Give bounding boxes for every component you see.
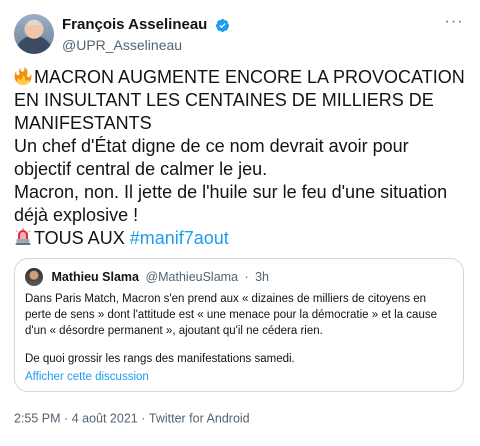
tweet-source[interactable]: Twitter for Android: [149, 412, 250, 426]
hashtag-link[interactable]: #manif7aout: [130, 228, 229, 248]
author-names: François Asselineau @UPR_Asselineau: [62, 16, 230, 54]
tweet: François Asselineau @UPR_Asselineau ··· …: [0, 0, 480, 446]
tweet-headline: MACRON AUGMENTE ENCORE LA PROVOCATION EN…: [14, 67, 465, 133]
quoted-paragraph-2: De quoi grossir les rangs des manifestat…: [25, 353, 295, 365]
meta-separator: ·: [64, 411, 69, 426]
author-display-name[interactable]: François Asselineau: [62, 16, 207, 34]
more-options-icon[interactable]: ···: [442, 14, 466, 34]
verified-badge-icon: [215, 18, 229, 32]
quoted-time[interactable]: 3h: [255, 270, 269, 284]
tweet-header: François Asselineau @UPR_Asselineau ···: [14, 10, 466, 60]
tweet-call-line: TOUS AUX #manif7aout: [14, 227, 469, 250]
tweet-line2: Macron, non. Il jette de l'huile sur le …: [14, 182, 448, 225]
tweet-time[interactable]: 2:55 PM: [14, 412, 61, 426]
tweet-metadata: 2:55 PM · 4 août 2021 · Twitter for Andr…: [14, 411, 250, 426]
author-handle[interactable]: @UPR_Asselineau: [62, 36, 230, 54]
tweet-line1: Un chef d'État digne de ce nom devrait a…: [14, 136, 409, 179]
show-thread-link[interactable]: Afficher cette discussion: [25, 369, 450, 385]
tweet-date[interactable]: 4 août 2021: [72, 412, 138, 426]
quoted-tweet-text: Dans Paris Match, Macron s'en prend aux …: [25, 291, 450, 385]
quoted-tweet-header: Mathieu Slama @MathieuSlama · 3h: [25, 268, 269, 286]
quoted-separator: ·: [244, 270, 249, 284]
tweet-text: MACRON AUGMENTE ENCORE LA PROVOCATION EN…: [14, 66, 469, 250]
quoted-author-handle[interactable]: @MathieuSlama: [145, 270, 238, 284]
quoted-paragraph-1: Dans Paris Match, Macron s'en prend aux …: [25, 293, 437, 337]
fire-emoji-icon: [14, 67, 32, 85]
quoted-author-avatar[interactable]: [25, 268, 43, 286]
quoted-author-name[interactable]: Mathieu Slama: [51, 270, 139, 284]
tweet-call-text: TOUS AUX: [34, 228, 130, 248]
quoted-tweet[interactable]: Mathieu Slama @MathieuSlama · 3h Dans Pa…: [14, 258, 464, 392]
meta-separator: ·: [141, 411, 146, 426]
tweet-headline-line: MACRON AUGMENTE ENCORE LA PROVOCATION EN…: [14, 66, 469, 135]
author-avatar[interactable]: [14, 14, 54, 54]
police-light-emoji-icon: [15, 228, 31, 245]
